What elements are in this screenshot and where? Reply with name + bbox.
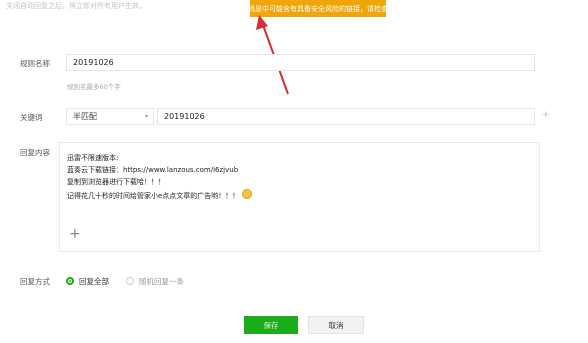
keyword-value: 20191026 [164, 112, 205, 121]
reply-line: 蓝奏云下载链接：https://www.lanzous.com/i6zjvub [67, 166, 239, 174]
rule-name-value: 20191026 [73, 58, 114, 67]
chevron-down-icon: ▾ [144, 113, 148, 120]
reply-random-label[interactable]: 随机回复一条 [139, 276, 184, 287]
add-reply-icon[interactable]: + [69, 227, 81, 241]
match-mode-value: 半匹配 [73, 112, 97, 121]
radio-reply-random[interactable] [126, 277, 134, 285]
keyword-input[interactable]: 20191026 [157, 108, 535, 125]
add-keyword-icon[interactable]: + [542, 110, 550, 120]
reply-all-label[interactable]: 回复全部 [79, 276, 109, 287]
cancel-button[interactable]: 取消 [308, 316, 364, 334]
keyword-label: 关键词 [20, 113, 43, 122]
match-mode-select[interactable]: 半匹配 ▾ [66, 108, 154, 125]
rule-name-label: 规则名称 [20, 59, 50, 68]
reply-content-editor[interactable]: 迅雷不限速版本: 蓝奏云下载链接：https://www.lanzous.com… [59, 142, 540, 252]
reply-line: 记得花几十秒的时间给管家小e点点文章的广告哟！！！ [67, 189, 253, 201]
rule-name-input[interactable]: 20191026 [66, 54, 535, 71]
radio-reply-all[interactable] [66, 277, 74, 285]
reply-content-label: 回复内容 [20, 148, 50, 157]
reply-line: 迅雷不限速版本: [67, 154, 119, 162]
reply-line-text: 记得花几十秒的时间给管家小e点点文章的广告哟！！！ [67, 192, 240, 200]
rule-name-hint: 规则名最多60个字 [67, 83, 121, 91]
reply-mode-label: 回复方式 [20, 277, 50, 286]
reply-line: 复制到浏览器进行下载哈！！！ [67, 178, 165, 186]
save-button[interactable]: 保存 [244, 316, 298, 334]
smile-emoji-icon [242, 189, 253, 199]
